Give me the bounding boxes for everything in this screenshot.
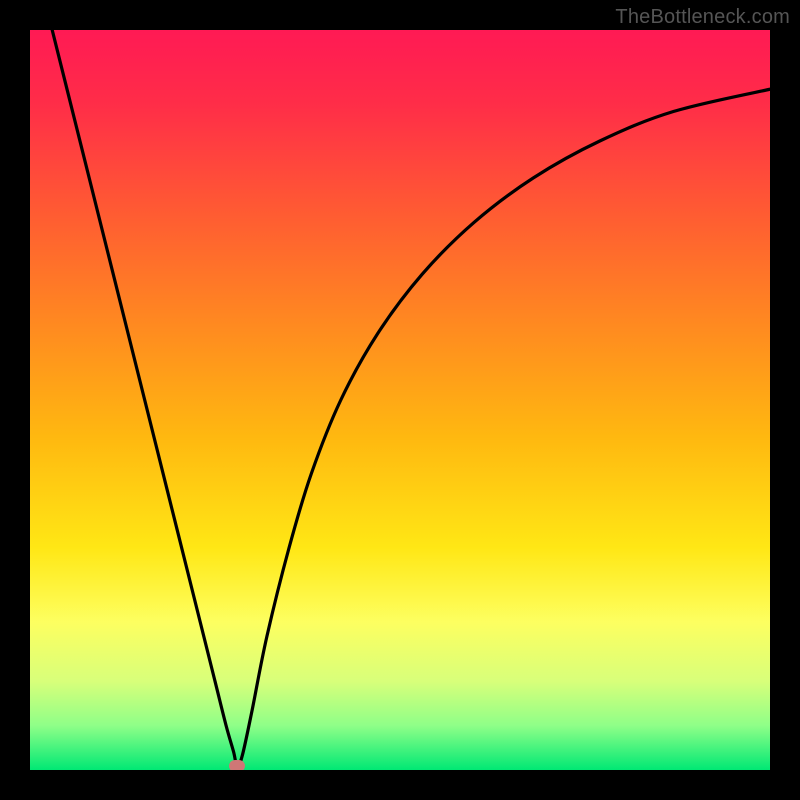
chart-frame: TheBottleneck.com xyxy=(0,0,800,800)
bottleneck-curve xyxy=(52,30,770,766)
credit-label: TheBottleneck.com xyxy=(615,6,790,29)
plot-area xyxy=(30,30,770,770)
optimum-marker xyxy=(229,760,245,770)
curve-layer xyxy=(30,30,770,770)
